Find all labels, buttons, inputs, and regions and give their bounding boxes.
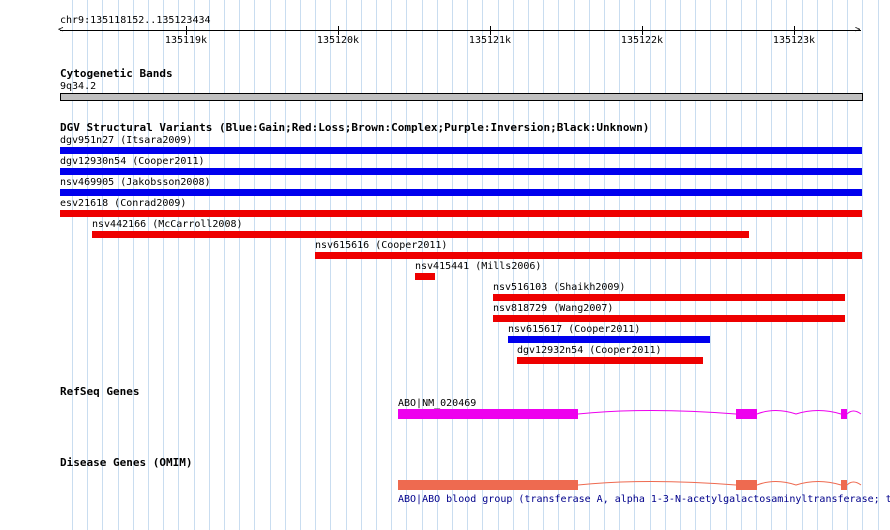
ruler-tick (490, 26, 491, 35)
grid-line (862, 0, 863, 530)
grid-line (650, 0, 651, 530)
track-title-cytobands[interactable]: Cytogenetic Bands (60, 68, 173, 80)
grid-line (254, 0, 255, 530)
ruler-tick (338, 26, 339, 35)
grid-line (285, 0, 286, 530)
ruler-tick-label: 135120k (316, 35, 360, 46)
variant-feature[interactable] (315, 252, 862, 259)
ruler-tick-label: 135119k (164, 35, 208, 46)
grid-line (376, 0, 377, 530)
grid-line (817, 0, 818, 530)
grid-line (543, 0, 544, 530)
variant-label: nsv818729 (Wang2007) (493, 303, 614, 314)
grid-line (209, 0, 210, 530)
cytoband-label: 9q34.2 (60, 81, 97, 92)
variant-feature[interactable] (493, 315, 845, 322)
grid-line (315, 0, 316, 530)
track-title-dgv[interactable]: DGV Structural Variants (Blue:Gain;Red:L… (60, 122, 649, 134)
variant-feature[interactable] (517, 357, 703, 364)
variant-label: dgv12932n54 (Cooper2011) (517, 345, 662, 356)
grid-line (680, 0, 681, 530)
grid-line (330, 0, 331, 530)
variant-label: dgv12930n54 (Cooper2011) (60, 156, 205, 167)
grid-line (178, 0, 179, 530)
variant-label: nsv442166 (McCarroll2008) (92, 219, 243, 230)
cytoband-bar[interactable] (60, 93, 863, 101)
variant-feature[interactable] (60, 189, 862, 196)
ruler-axis (60, 30, 861, 31)
ruler-tick (186, 26, 187, 35)
variant-label: nsv615616 (Cooper2011) (315, 240, 448, 251)
grid-line (695, 0, 696, 530)
grid-line (361, 0, 362, 530)
grid-line (270, 0, 271, 530)
ruler-tick-label: 135123k (772, 35, 816, 46)
grid-line (741, 0, 742, 530)
ruler-tick (642, 26, 643, 35)
disease-gene-link[interactable]: ABO|ABO blood group (transferase A, alph… (398, 494, 890, 506)
ruler-location: chr9:135118152..135123434 (60, 15, 211, 26)
grid-line (604, 0, 605, 530)
variant-label: nsv516103 (Shaikh2009) (493, 282, 626, 293)
gene-model[interactable] (398, 405, 863, 423)
variant-label: nsv469905 (Jakobsson2008) (60, 177, 211, 188)
variant-feature[interactable] (60, 168, 862, 175)
track-title-refseq[interactable]: RefSeq Genes (60, 386, 139, 398)
variant-label: dgv951n27 (Itsara2009) (60, 135, 193, 146)
grid-line (346, 0, 347, 530)
track-title-omim[interactable]: Disease Genes (OMIM) (60, 457, 192, 469)
variant-label: nsv415441 (Mills2006) (415, 261, 542, 272)
ruler-tick-label: 135121k (468, 35, 512, 46)
ruler-left-arrow[interactable]: < (58, 24, 63, 36)
variant-feature[interactable] (60, 147, 862, 154)
ruler-tick (794, 26, 795, 35)
ruler-right-arrow[interactable]: > (855, 24, 860, 36)
disease-gene-model[interactable] (398, 476, 863, 494)
grid-line (558, 0, 559, 530)
grid-line (802, 0, 803, 530)
variant-feature[interactable] (60, 210, 862, 217)
grid-line (224, 0, 225, 530)
grid-line (665, 0, 666, 530)
genome-browser-view: chr9:135118152..135123434 < > 135119k 13… (0, 0, 890, 530)
variant-label: nsv615617 (Cooper2011) (508, 324, 641, 335)
grid-line (771, 0, 772, 530)
grid-line (756, 0, 757, 530)
grid-line (634, 0, 635, 530)
grid-line (726, 0, 727, 530)
grid-line (832, 0, 833, 530)
grid-line (300, 0, 301, 530)
grid-line (574, 0, 575, 530)
grid-line (710, 0, 711, 530)
grid-line (847, 0, 848, 530)
grid-line (619, 0, 620, 530)
grid-line (194, 0, 195, 530)
ruler-tick-label: 135122k (620, 35, 664, 46)
variant-feature[interactable] (92, 231, 749, 238)
grid-line (406, 0, 407, 530)
grid-line (239, 0, 240, 530)
variant-feature[interactable] (415, 273, 435, 280)
grid-line (589, 0, 590, 530)
grid-line (878, 0, 879, 530)
grid-line (391, 0, 392, 530)
grid-line (786, 0, 787, 530)
variant-feature[interactable] (508, 336, 710, 343)
variant-label: esv21618 (Conrad2009) (60, 198, 187, 209)
variant-feature[interactable] (493, 294, 845, 301)
